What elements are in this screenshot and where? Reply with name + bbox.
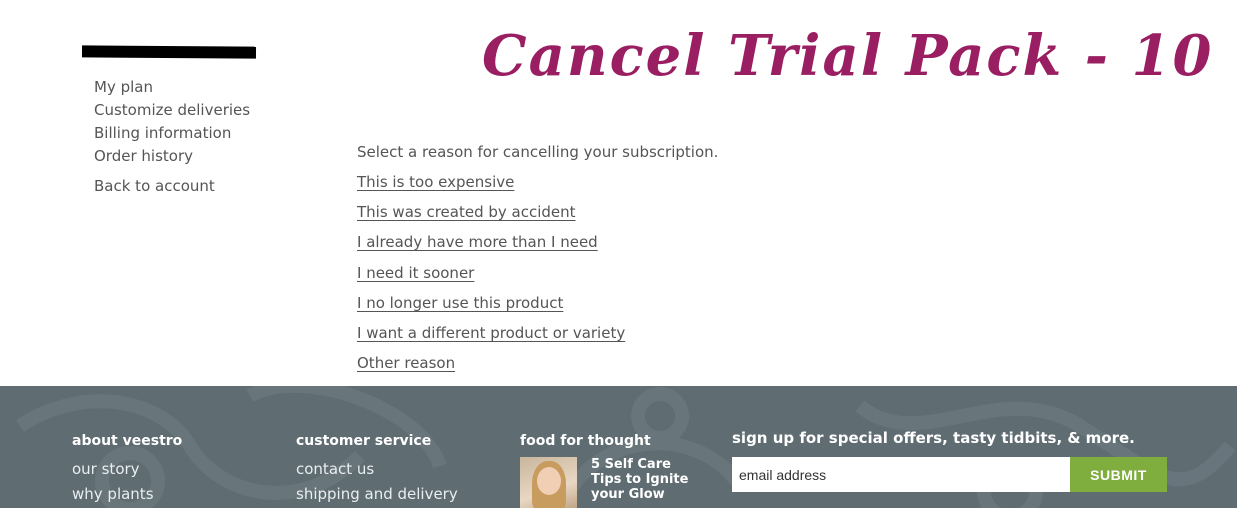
reason-link-other[interactable]: Other reason — [357, 353, 625, 383]
footer-service-column: customer service contact us shipping and… — [296, 432, 458, 507]
reason-link-no-longer-use[interactable]: I no longer use this product — [357, 293, 625, 323]
footer-link-our-story[interactable]: our story — [72, 457, 182, 482]
back-to-account-link[interactable]: Back to account — [94, 175, 250, 198]
reason-link-created-by-accident[interactable]: This was created by accident — [357, 202, 625, 232]
footer-link-shipping-delivery[interactable]: shipping and delivery — [296, 482, 458, 507]
footer-thought-heading: food for thought — [520, 433, 651, 449]
article-title: 5 Self Care Tips to Ignite your Glow — [591, 457, 689, 502]
sidebar-item-billing-information[interactable]: Billing information — [94, 122, 250, 145]
reason-link-different-product[interactable]: I want a different product or variety — [357, 323, 625, 353]
sidebar-item-my-plan[interactable]: My plan — [94, 76, 250, 99]
footer-service-heading: customer service — [296, 433, 432, 449]
email-field[interactable] — [732, 457, 1070, 492]
cancel-intro-text: Select a reason for cancelling your subs… — [357, 143, 719, 161]
sidebar-item-order-history[interactable]: Order history — [94, 145, 250, 168]
account-sidebar: My plan Customize deliveries Billing inf… — [94, 76, 250, 198]
footer-link-contact-us[interactable]: contact us — [296, 457, 458, 482]
sidebar-item-customize-deliveries[interactable]: Customize deliveries — [94, 99, 250, 122]
article-card[interactable]: 5 Self Care Tips to Ignite your Glow — [520, 457, 703, 508]
footer-thought-column: food for thought 5 Self Care Tips to Ign… — [520, 432, 703, 508]
footer-about-column: about veestro our story why plants — [72, 432, 182, 507]
signup-heading: sign up for special offers, tasty tidbit… — [732, 429, 1135, 447]
newsletter-signup: sign up for special offers, tasty tidbit… — [732, 428, 1167, 492]
reason-link-too-expensive[interactable]: This is too expensive — [357, 172, 625, 202]
redacted-username-bar — [81, 45, 257, 59]
reason-link-need-it-sooner[interactable]: I need it sooner — [357, 263, 625, 293]
submit-button[interactable]: SUBMIT — [1070, 457, 1167, 492]
page-title: Cancel Trial Pack - 10 — [482, 23, 1214, 89]
site-footer: about veestro our story why plants custo… — [0, 386, 1237, 508]
cancel-reason-list: This is too expensive This was created b… — [357, 172, 625, 383]
footer-link-why-plants[interactable]: why plants — [72, 482, 182, 507]
footer-about-heading: about veestro — [72, 433, 183, 449]
reason-link-have-more-than-need[interactable]: I already have more than I need — [357, 232, 625, 262]
article-thumbnail — [520, 457, 577, 508]
